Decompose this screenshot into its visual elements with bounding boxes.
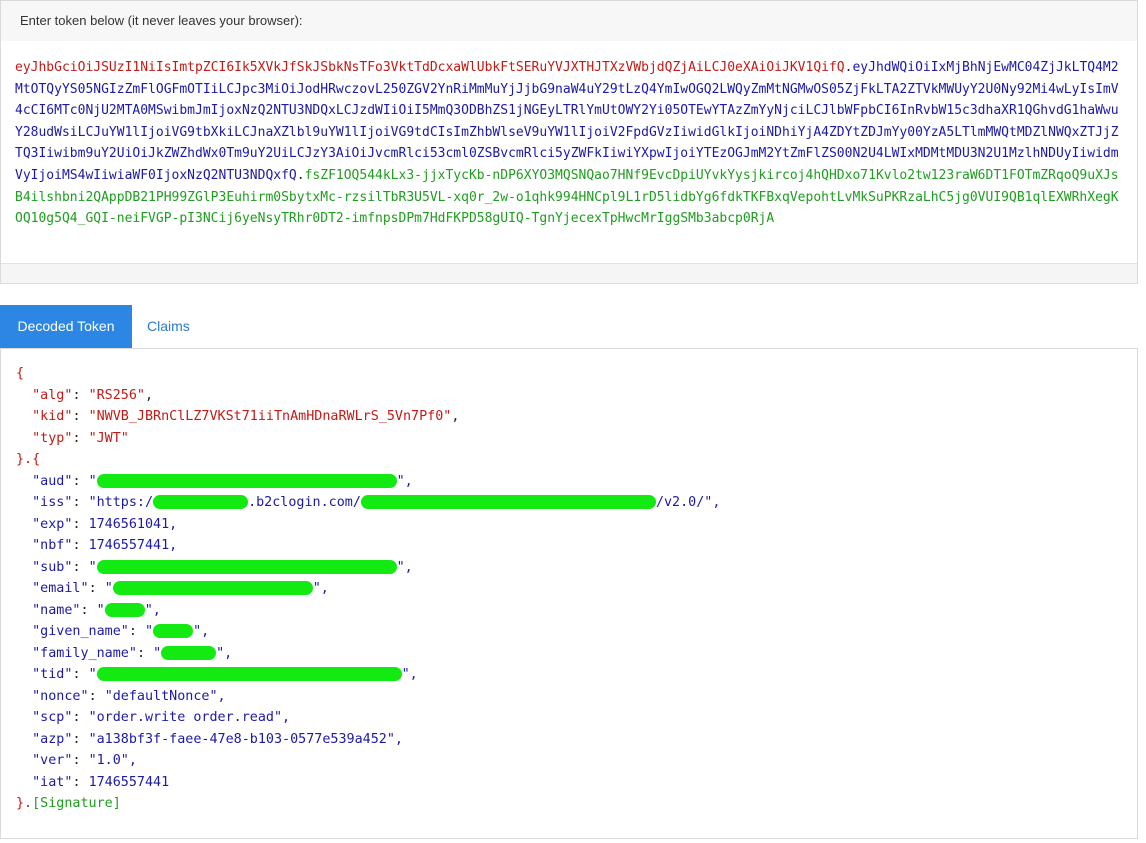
claim-value: 1746557441, [88,538,178,553]
claim-key: "tid" [32,667,73,682]
payload-claim-iss: "iss": "https:/.b2clogin.com//v2.0/", [32,495,721,510]
claim-key: "name" [32,602,81,618]
header-claim-typ: "typ": "JWT" [32,430,129,446]
claim-key: "sub" [32,559,73,575]
redaction-mark [161,645,217,660]
output-tabs: Decoded Token Claims [0,305,1138,349]
claim-key: "iss" [32,495,73,510]
header-claim-kid: "kid": "NWVB_JBRnClLZ7VKSt71iiTnAmHDnaRW… [32,409,460,424]
claim-key: "alg" [32,387,73,403]
payload-claim-scp: "scp": "order.write order.read", [32,710,291,725]
redaction-mark [96,667,402,681]
payload-claim-iat: "iat": 1746557441 [32,774,170,790]
claim-key: "scp" [32,710,73,725]
tab-claims[interactable]: Claims [132,305,205,348]
payload-claim-azp: "azp": "a138bf3f-faee-47e8-b103-0577e539… [32,731,403,747]
token-separator: . [296,167,305,183]
payload-claim-sub: "sub": " ", [32,559,413,575]
claim-value: "a138bf3f-faee-47e8-b103-0577e539a452", [88,731,403,747]
claim-key: "nonce" [32,688,89,704]
payload-claim-email: "email": " ", [32,581,329,596]
claim-value: "1.0", [88,753,137,768]
redaction-mark [104,602,145,617]
claim-key: "family_name" [32,645,137,661]
signature-line: }.[Signature] [16,793,1122,815]
signature-label: [Signature] [32,796,121,811]
claim-key: "iat" [32,774,73,790]
claim-key: "kid" [32,409,73,424]
payload-open-brace: }.{ [16,452,41,467]
header-claim-alg: "alg": "RS256", [32,387,154,403]
claim-value: 1746561041, [88,516,178,532]
payload-claim-nbf: "nbf": 1746557441, [32,538,178,553]
claim-key: "nbf" [32,538,73,553]
claim-key: "ver" [32,753,73,768]
claim-key: "typ" [32,430,73,446]
token-input[interactable]: eyJhbGciOiJSUzI1NiIsImtpZCI6Ik5XVkJfSkJS… [1,41,1137,264]
claim-value: "JWT" [88,430,129,446]
payload-claim-ver: "ver": "1.0", [32,753,137,768]
tab-decoded-token[interactable]: Decoded Token [0,305,132,348]
decoded-token-panel: { "alg": "RS256", "kid": "NWVB_JBRnClLZ7… [0,348,1138,839]
redaction-mark [153,495,249,509]
claim-key: "azp" [32,731,73,747]
redaction-mark [153,624,194,638]
payload-claim-aud: "aud": " ", [32,473,413,489]
payload-close-brace: }. [16,796,33,811]
payload-claim-name: "name": " ", [32,602,161,618]
payload-claim-given-name: "given_name": " ", [32,624,210,639]
claim-key: "given_name" [32,624,129,639]
payload-claim-tid: "tid": " ", [32,667,418,682]
payload-claim-nonce: "nonce": "defaultNonce", [32,688,226,704]
claim-value: "NWVB_JBRnClLZ7VKSt71iiTnAmHDnaRWLrS_5Vn… [88,409,452,424]
token-payload-segment: eyJhdWQiOiIxMjBhNjEwMC04ZjJkLTQ4M2MtOTQy… [15,60,1119,183]
claim-value: "defaultNonce", [104,688,226,704]
redaction-mark [112,581,313,595]
token-input-label: Enter token below (it never leaves your … [1,1,1137,42]
payload-claim-family-name: "family_name": " ", [32,645,233,661]
claim-value: "RS256" [88,387,145,403]
claim-key: "exp" [32,516,73,532]
token-header-segment: eyJhbGciOiJSUzI1NiIsImtpZCI6Ik5XVkJfSkJS… [15,60,845,75]
redaction-mark [360,495,656,509]
token-panel: Enter token below (it never leaves your … [0,0,1138,284]
claim-value: "order.write order.read", [88,710,291,725]
payload-claim-exp: "exp": 1746561041, [32,516,178,532]
claim-key: "email" [32,581,89,596]
redaction-mark [96,559,397,574]
claim-key: "aud" [32,473,73,489]
header-open-brace: { [16,366,25,381]
redaction-mark [96,473,397,488]
claim-value: 1746557441 [88,774,170,790]
